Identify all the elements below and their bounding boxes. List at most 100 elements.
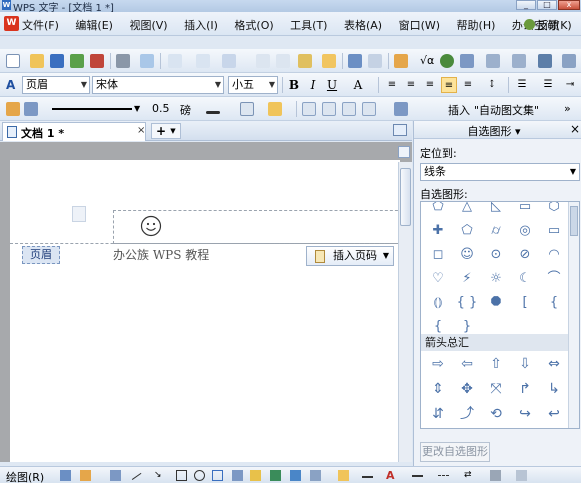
smiley-face-icon[interactable] [140,215,162,237]
bent-up-arrow-shape-icon[interactable]: ⤴ [454,403,480,425]
line-width-value[interactable]: 0.5 [152,102,170,115]
double-brace-shape-icon[interactable]: { } [454,292,480,314]
table-icon[interactable] [394,54,408,68]
curved-left-arrow-shape-icon[interactable]: ⟲ [483,403,509,425]
align-center-icon[interactable]: ≡ [403,77,419,93]
arc-shape-icon[interactable]: ⌒ [541,268,567,290]
copy-icon[interactable] [256,54,270,68]
split-cells-icon[interactable] [342,102,356,116]
minimize-button[interactable]: _ [516,0,536,10]
curved-down-arrow-shape-icon[interactable]: ↩ [541,403,567,425]
sun-shape-icon[interactable]: ☼ [483,268,509,290]
menu-tools[interactable]: 工具(T) [290,17,327,33]
line-spacing-icon[interactable]: ↕ [484,77,500,93]
up-arrow-shape-icon[interactable]: ⇧ [483,353,509,375]
wps-logo-icon[interactable]: W [4,16,19,31]
cylinder-shape-icon[interactable]: ⌭ [483,220,509,242]
italic-button[interactable]: I [305,77,321,93]
block-arc-shape-icon[interactable]: ◠ [541,244,567,266]
down-arrow-shape-icon[interactable]: ⇩ [512,353,538,375]
octagon-shape-icon[interactable]: ⬡ [541,202,567,218]
lightning-shape-icon[interactable]: ⚡ [454,268,480,290]
align-left-icon[interactable]: ≡ [384,77,400,93]
autotext-label[interactable]: "自动图文集" [474,102,539,118]
left-right-up-arrow-shape-icon[interactable]: ⤧ [483,378,509,400]
header-text[interactable]: 办公族 WPS 教程 [113,246,209,263]
distribute-icon[interactable]: ≡ [460,77,476,93]
border-icon[interactable] [240,102,254,116]
left-arrow-shape-icon[interactable]: ⇦ [454,353,480,375]
menu-file[interactable]: 文件(F) [22,17,59,33]
feedback-button[interactable]: 反馈 [524,17,559,33]
oval-tool-icon[interactable] [194,470,205,481]
grid-icon[interactable] [486,54,500,68]
frame-icon[interactable] [6,102,20,116]
cut-icon[interactable] [168,54,182,68]
menu-window[interactable]: 窗口(W) [399,17,440,33]
bent-arrow-shape-icon[interactable]: ↱ [512,378,538,400]
line-style-icon[interactable] [412,475,423,483]
tab-close-icon[interactable]: × [137,125,145,136]
merge-cells-icon[interactable] [322,102,336,116]
print-preview-icon[interactable] [140,54,154,68]
menu-table[interactable]: 表格(A) [344,17,382,33]
pdf-icon[interactable] [90,54,104,68]
traditional-chinese-icon[interactable] [222,54,236,68]
no-symbol-shape-icon[interactable]: ⊘ [512,244,538,266]
styles-icon[interactable]: A [6,78,20,92]
new-tab-button[interactable]: + ▼ [151,123,181,139]
scrollbar-thumb[interactable] [570,206,578,236]
overflow-icon[interactable]: » [564,102,571,115]
document-page[interactable]: 页眉 办公族 WPS 教程 插入页码 ▼ [10,160,412,462]
right-triangle-shape-icon[interactable]: ◺ [483,202,509,218]
double-bracket-shape-icon[interactable]: ⦅⦆ [425,292,451,314]
menu-format[interactable]: 格式(O) [234,17,273,33]
quad-arrow-shape-icon[interactable]: ✥ [454,378,480,400]
justify-icon[interactable]: ≡ [441,77,457,93]
left-right-arrow-shape-icon[interactable]: ⇔ [541,353,567,375]
gallery-scrollbar[interactable] [568,202,579,428]
new-doc-icon[interactable] [6,54,20,68]
arrow-tool-icon[interactable]: ↘ [154,470,165,481]
locate-select[interactable]: 线条 ▼ [420,163,580,181]
font-select[interactable]: 宋体 ▼ [92,76,224,94]
pentagon-shape-icon[interactable]: ⬠ [425,202,451,218]
formula-icon[interactable]: √α [420,54,434,67]
line-color-tool-icon[interactable] [362,476,373,478]
open-folder-icon[interactable] [30,54,44,68]
task-pane-title[interactable]: 自选图形 ▾ [414,123,574,139]
bold-button[interactable]: B [286,77,302,93]
plaque-shape-icon[interactable]: ⯃ [483,292,509,314]
scrollbar-thumb[interactable] [400,168,411,226]
print-icon[interactable] [116,54,130,68]
export-icon[interactable] [70,54,84,68]
cross-shape-icon[interactable]: ✚ [425,220,451,242]
donut-shape-icon[interactable]: ⊙ [483,244,509,266]
table-grid-icon[interactable] [302,102,316,116]
menu-edit[interactable]: 编辑(E) [75,17,113,33]
close-icon[interactable]: × [570,122,580,136]
shading-icon[interactable] [268,102,282,116]
left-bracket-shape-icon[interactable]: [ [512,292,538,314]
pentagon2-shape-icon[interactable]: ⬠ [454,220,480,242]
columns-icon[interactable] [460,54,474,68]
menu-insert[interactable]: 插入(I) [184,17,218,33]
document-map-icon[interactable] [538,54,552,68]
folded-corner-shape-icon[interactable]: ◻ [425,244,451,266]
up-down-arrow-shape-icon[interactable]: ⇕ [425,378,451,400]
font-size-select[interactable]: 小五 ▼ [228,76,278,94]
taskpane-toggle-icon[interactable] [393,124,407,136]
line-color-icon[interactable] [206,111,220,114]
rounded-rect-shape-icon[interactable]: ▭ [512,202,538,218]
indent-icon[interactable]: ⇥ [562,77,578,93]
table-style-icon[interactable] [394,102,408,116]
clipart-icon[interactable] [290,470,301,481]
textbox-tool-icon[interactable] [212,470,223,481]
style-select[interactable]: 页眉 ▼ [22,76,90,94]
heart-shape-icon[interactable]: ♡ [425,268,451,290]
picture-icon[interactable] [310,470,321,481]
globe-icon[interactable] [440,54,454,68]
autoshapes-icon[interactable] [80,470,91,481]
menu-view[interactable]: 视图(V) [129,17,167,33]
u-turn-arrow-shape-icon[interactable]: ↳ [541,378,567,400]
